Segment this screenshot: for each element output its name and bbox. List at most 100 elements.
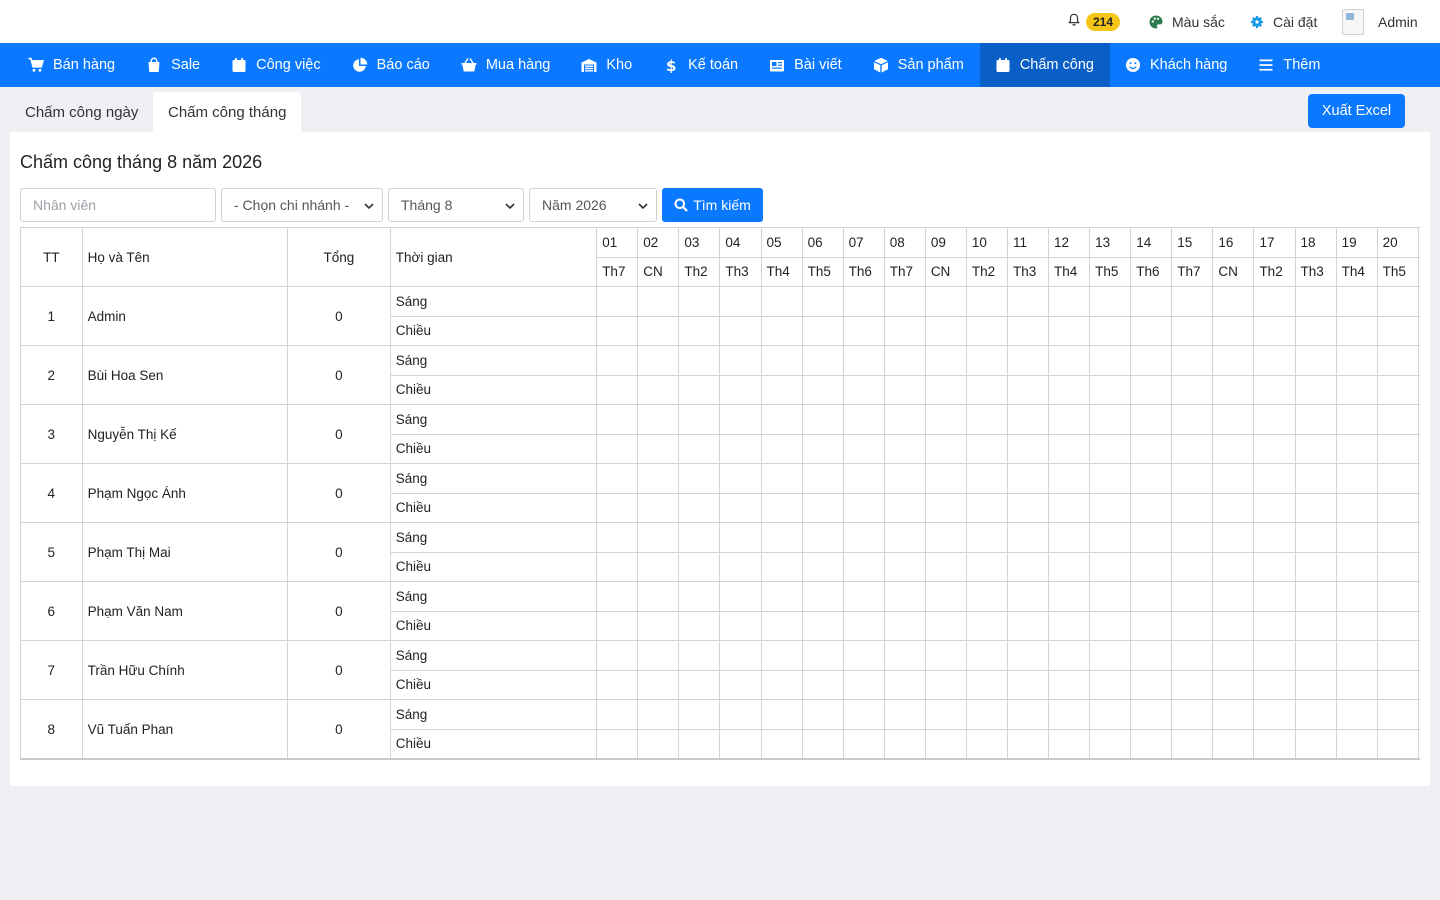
attendance-cell[interactable] — [1212, 492, 1255, 523]
attendance-cell[interactable] — [596, 551, 639, 582]
attendance-cell[interactable] — [924, 581, 967, 612]
attendance-cell[interactable] — [801, 374, 844, 405]
attendance-cell[interactable] — [1130, 581, 1173, 612]
attendance-cell[interactable] — [760, 286, 803, 317]
attendance-cell[interactable] — [1335, 551, 1378, 582]
attendance-cell[interactable] — [1376, 492, 1419, 523]
attendance-cell[interactable] — [678, 551, 721, 582]
attendance-cell[interactable] — [883, 728, 926, 758]
attendance-cell[interactable] — [1212, 345, 1255, 376]
attendance-cell[interactable] — [678, 404, 721, 435]
attendance-cell[interactable] — [1335, 640, 1378, 671]
attendance-cell[interactable] — [1048, 551, 1091, 582]
attendance-cell[interactable] — [1253, 581, 1296, 612]
attendance-cell[interactable] — [842, 463, 885, 494]
attendance-cell[interactable] — [842, 433, 885, 464]
attendance-cell[interactable] — [1089, 669, 1132, 700]
attendance-cell[interactable] — [1253, 728, 1296, 758]
attendance-cell[interactable] — [760, 433, 803, 464]
attendance-cell[interactable] — [965, 669, 1008, 700]
attendance-cell[interactable] — [1417, 522, 1420, 553]
attendance-cell[interactable] — [1089, 315, 1132, 346]
attendance-cell[interactable] — [801, 551, 844, 582]
attendance-cell[interactable] — [1089, 581, 1132, 612]
attendance-cell[interactable] — [924, 610, 967, 641]
attendance-cell[interactable] — [801, 492, 844, 523]
attendance-cell[interactable] — [1130, 492, 1173, 523]
attendance-cell[interactable] — [719, 374, 762, 405]
attendance-cell[interactable] — [1171, 610, 1214, 641]
nav-item-ban-hang[interactable]: Bán hàng — [13, 43, 131, 87]
attendance-cell[interactable] — [965, 728, 1008, 758]
attendance-cell[interactable] — [1048, 581, 1091, 612]
attendance-cell[interactable] — [1130, 699, 1173, 730]
attendance-cell[interactable] — [1335, 433, 1378, 464]
attendance-cell[interactable] — [1089, 492, 1132, 523]
attendance-cell[interactable] — [1376, 610, 1419, 641]
attendance-cell[interactable] — [1294, 345, 1337, 376]
attendance-cell[interactable] — [1006, 551, 1050, 582]
attendance-cell[interactable] — [924, 463, 967, 494]
attendance-cell[interactable] — [842, 551, 885, 582]
attendance-cell[interactable] — [1376, 345, 1419, 376]
attendance-cell[interactable] — [924, 551, 967, 582]
attendance-cell[interactable] — [596, 404, 639, 435]
attendance-cell[interactable] — [1294, 669, 1337, 700]
attendance-cell[interactable] — [1335, 699, 1378, 730]
attendance-cell[interactable] — [1130, 286, 1173, 317]
attendance-cell[interactable] — [678, 728, 721, 758]
attendance-cell[interactable] — [1335, 522, 1378, 553]
attendance-cell[interactable] — [1130, 345, 1173, 376]
nav-item-kho[interactable]: Kho — [566, 43, 648, 87]
attendance-cell[interactable] — [637, 315, 680, 346]
attendance-cell[interactable] — [842, 610, 885, 641]
attendance-cell[interactable] — [1294, 551, 1337, 582]
attendance-cell[interactable] — [965, 522, 1008, 553]
attendance-cell[interactable] — [1294, 522, 1337, 553]
attendance-cell[interactable] — [1376, 433, 1419, 464]
attendance-cell[interactable] — [1048, 374, 1091, 405]
attendance-cell[interactable] — [637, 374, 680, 405]
attendance-cell[interactable] — [760, 404, 803, 435]
attendance-cell[interactable] — [760, 581, 803, 612]
attendance-cell[interactable] — [719, 286, 762, 317]
attendance-cell[interactable] — [883, 581, 926, 612]
attendance-cell[interactable] — [719, 728, 762, 758]
nav-item-bao-cao[interactable]: Báo cáo — [337, 43, 446, 87]
attendance-cell[interactable] — [1006, 286, 1050, 317]
nav-item-them[interactable]: Thêm — [1243, 43, 1336, 87]
attendance-cell[interactable] — [1253, 374, 1296, 405]
attendance-cell[interactable] — [1048, 522, 1091, 553]
attendance-cell[interactable] — [1048, 699, 1091, 730]
attendance-cell[interactable] — [1376, 374, 1419, 405]
attendance-cell[interactable] — [1130, 669, 1173, 700]
attendance-cell[interactable] — [883, 286, 926, 317]
attendance-cell[interactable] — [842, 404, 885, 435]
attendance-cell[interactable] — [1171, 640, 1214, 671]
attendance-cell[interactable] — [1417, 286, 1420, 317]
attendance-cell[interactable] — [637, 699, 680, 730]
month-select[interactable]: Tháng 8 — [388, 188, 524, 222]
attendance-cell[interactable] — [842, 640, 885, 671]
attendance-cell[interactable] — [760, 551, 803, 582]
attendance-cell[interactable] — [801, 404, 844, 435]
attendance-cell[interactable] — [965, 404, 1008, 435]
attendance-cell[interactable] — [1417, 669, 1420, 700]
attendance-cell[interactable] — [1253, 669, 1296, 700]
attendance-cell[interactable] — [1006, 640, 1050, 671]
attendance-cell[interactable] — [1089, 640, 1132, 671]
attendance-cell[interactable] — [801, 610, 844, 641]
attendance-cell[interactable] — [801, 433, 844, 464]
attendance-cell[interactable] — [1212, 286, 1255, 317]
attendance-cell[interactable] — [760, 492, 803, 523]
attendance-cell[interactable] — [1253, 610, 1296, 641]
nav-item-sale[interactable]: Sale — [131, 43, 216, 87]
attendance-cell[interactable] — [1417, 315, 1420, 346]
attendance-cell[interactable] — [678, 286, 721, 317]
attendance-cell[interactable] — [1253, 404, 1296, 435]
attendance-cell[interactable] — [1253, 286, 1296, 317]
employee-search-input[interactable]: Nhân viên — [20, 188, 216, 222]
attendance-cell[interactable] — [637, 728, 680, 758]
attendance-cell[interactable] — [678, 522, 721, 553]
attendance-cell[interactable] — [760, 640, 803, 671]
